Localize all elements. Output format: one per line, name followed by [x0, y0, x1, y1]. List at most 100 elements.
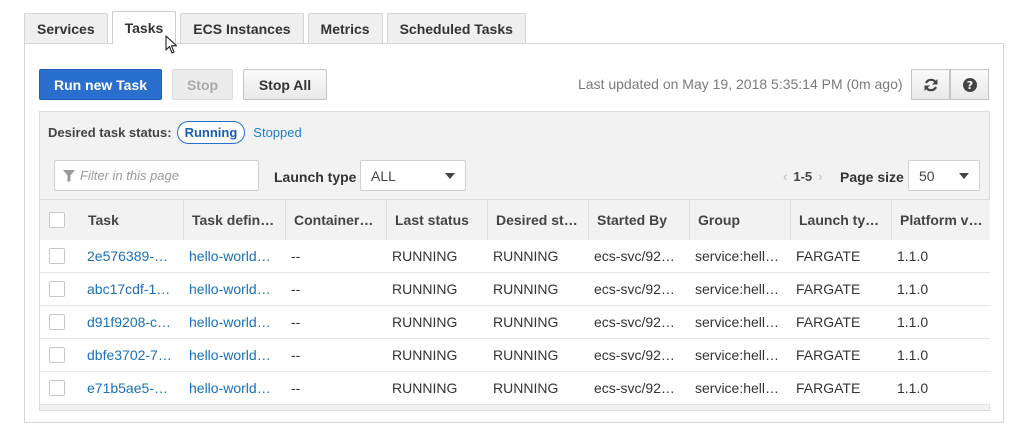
table-row[interactable]: abc17cdf-1… hello-world… -- RUNNING RUNN… [40, 273, 990, 306]
row-checkbox[interactable] [49, 380, 65, 396]
row-checkbox[interactable] [49, 281, 65, 297]
column-header-group[interactable]: Group [689, 200, 789, 240]
launch-type-select[interactable]: ALL [360, 160, 466, 191]
container-cell: -- [291, 347, 301, 363]
launch-type-cell: FARGATE [796, 248, 861, 264]
launch-type-cell: FARGATE [796, 347, 861, 363]
refresh-button[interactable] [911, 69, 950, 100]
filter-input[interactable]: Filter in this page [54, 160, 259, 191]
group-cell: service:hell… [695, 314, 780, 330]
svg-text:?: ? [966, 79, 972, 92]
desired-status-cell: RUNNING [493, 281, 559, 297]
next-page-icon[interactable]: › [818, 169, 822, 184]
last-status-cell: RUNNING [392, 314, 458, 330]
stop-all-button[interactable]: Stop All [243, 69, 327, 100]
platform-version-cell: 1.1.0 [897, 347, 929, 363]
column-header-container[interactable]: Container… [285, 200, 385, 240]
task-definition-link[interactable]: hello-world… [189, 240, 281, 272]
platform-version-cell: 1.1.0 [897, 248, 929, 264]
column-header-task-definition[interactable]: Task defin… [183, 200, 284, 240]
table-row[interactable]: e71b5ae5-… hello-world… -- RUNNING RUNNI… [40, 372, 990, 405]
task-definition-link[interactable]: hello-world… [189, 339, 281, 371]
tab-scheduled-tasks[interactable]: Scheduled Tasks [386, 13, 526, 44]
group-cell: service:hell… [695, 248, 780, 264]
started-by-cell: ecs-svc/92… [594, 314, 675, 330]
started-by-cell: ecs-svc/92… [594, 248, 675, 264]
refresh-icon [924, 78, 937, 91]
container-cell: -- [291, 248, 301, 264]
task-id-link[interactable]: 2e576389-… [87, 240, 179, 272]
task-definition-link[interactable]: hello-world… [189, 273, 281, 305]
task-id-link[interactable]: abc17cdf-1… [87, 273, 179, 305]
launch-type-cell: FARGATE [796, 380, 861, 396]
tab-metrics[interactable]: Metrics [307, 13, 383, 44]
launch-type-value: ALL [371, 167, 396, 184]
last-status-cell: RUNNING [392, 347, 458, 363]
desired-status-cell: RUNNING [493, 380, 559, 396]
group-cell: service:hell… [695, 281, 780, 297]
desired-status-filter: Desired task status: Running Stopped [48, 121, 302, 144]
platform-version-cell: 1.1.0 [897, 314, 929, 330]
platform-version-cell: 1.1.0 [897, 281, 929, 297]
column-header-task[interactable]: Task [80, 200, 181, 240]
help-button[interactable]: ? [950, 69, 989, 100]
task-definition-link[interactable]: hello-world… [189, 306, 281, 338]
chevron-down-icon [445, 172, 455, 179]
task-definition-link[interactable]: hello-world… [189, 372, 281, 404]
started-by-cell: ecs-svc/92… [594, 347, 675, 363]
last-status-cell: RUNNING [392, 281, 458, 297]
table-row[interactable]: 2e576389-… hello-world… -- RUNNING RUNNI… [40, 240, 990, 273]
column-header-platform-version[interactable]: Platform v… [891, 200, 990, 240]
task-id-link[interactable]: e71b5ae5-… [87, 372, 179, 404]
container-cell: -- [291, 380, 301, 396]
task-id-link[interactable]: d91f9208-c… [87, 306, 179, 338]
group-cell: service:hell… [695, 347, 780, 363]
desired-status-cell: RUNNING [493, 248, 559, 264]
help-icon: ? [962, 77, 977, 92]
run-new-task-button[interactable]: Run new Task [39, 69, 162, 100]
task-id-link[interactable]: dbfe3702-7… [87, 339, 179, 371]
filter-icon [63, 169, 75, 182]
table-row[interactable]: dbfe3702-7… hello-world… -- RUNNING RUNN… [40, 339, 990, 372]
table-header: Task Task defin… Container… Last status … [40, 199, 990, 241]
desired-status-cell: RUNNING [493, 314, 559, 330]
table-row[interactable]: d91f9208-c… hello-world… -- RUNNING RUNN… [40, 306, 990, 339]
column-header-started-by[interactable]: Started By [588, 200, 688, 240]
filter-placeholder: Filter in this page [80, 168, 179, 183]
started-by-cell: ecs-svc/92… [594, 380, 675, 396]
container-cell: -- [291, 281, 301, 297]
column-header-launch-type[interactable]: Launch ty… [790, 200, 890, 240]
last-status-cell: RUNNING [392, 248, 458, 264]
desired-status-cell: RUNNING [493, 347, 559, 363]
row-checkbox[interactable] [49, 314, 65, 330]
desired-status-label: Desired task status: [48, 125, 172, 140]
page-size-label: Page size [840, 169, 904, 185]
last-status-cell: RUNNING [392, 380, 458, 396]
tab-services[interactable]: Services [24, 13, 108, 44]
container-cell: -- [291, 314, 301, 330]
page-range: 1-5 [793, 169, 813, 184]
row-checkbox[interactable] [49, 248, 65, 264]
running-filter-pill[interactable]: Running [176, 121, 246, 144]
last-updated-text: Last updated on May 19, 2018 5:35:14 PM … [578, 76, 903, 92]
task-table-body: 2e576389-… hello-world… -- RUNNING RUNNI… [40, 240, 990, 405]
group-cell: service:hell… [695, 380, 780, 396]
platform-version-cell: 1.1.0 [897, 380, 929, 396]
page-size-select[interactable]: 50 [908, 160, 980, 191]
launch-type-cell: FARGATE [796, 314, 861, 330]
page-size-value: 50 [919, 167, 935, 184]
mouse-cursor-icon [165, 35, 178, 54]
tab-ecs-instances[interactable]: ECS Instances [180, 13, 304, 44]
stopped-filter-link[interactable]: Stopped [253, 125, 301, 140]
stop-button[interactable]: Stop [172, 69, 233, 100]
column-header-last-status[interactable]: Last status [386, 200, 486, 240]
prev-page-icon[interactable]: ‹ [783, 169, 787, 184]
select-all-checkbox[interactable] [49, 212, 65, 228]
launch-type-label: Launch type [274, 169, 357, 185]
launch-type-cell: FARGATE [796, 281, 861, 297]
tab-bar: Services Tasks ECS Instances Metrics Sch… [24, 11, 530, 44]
pagination: ‹ 1-5 › [777, 169, 828, 184]
started-by-cell: ecs-svc/92… [594, 281, 675, 297]
row-checkbox[interactable] [49, 347, 65, 363]
column-header-desired-status[interactable]: Desired st… [487, 200, 587, 240]
